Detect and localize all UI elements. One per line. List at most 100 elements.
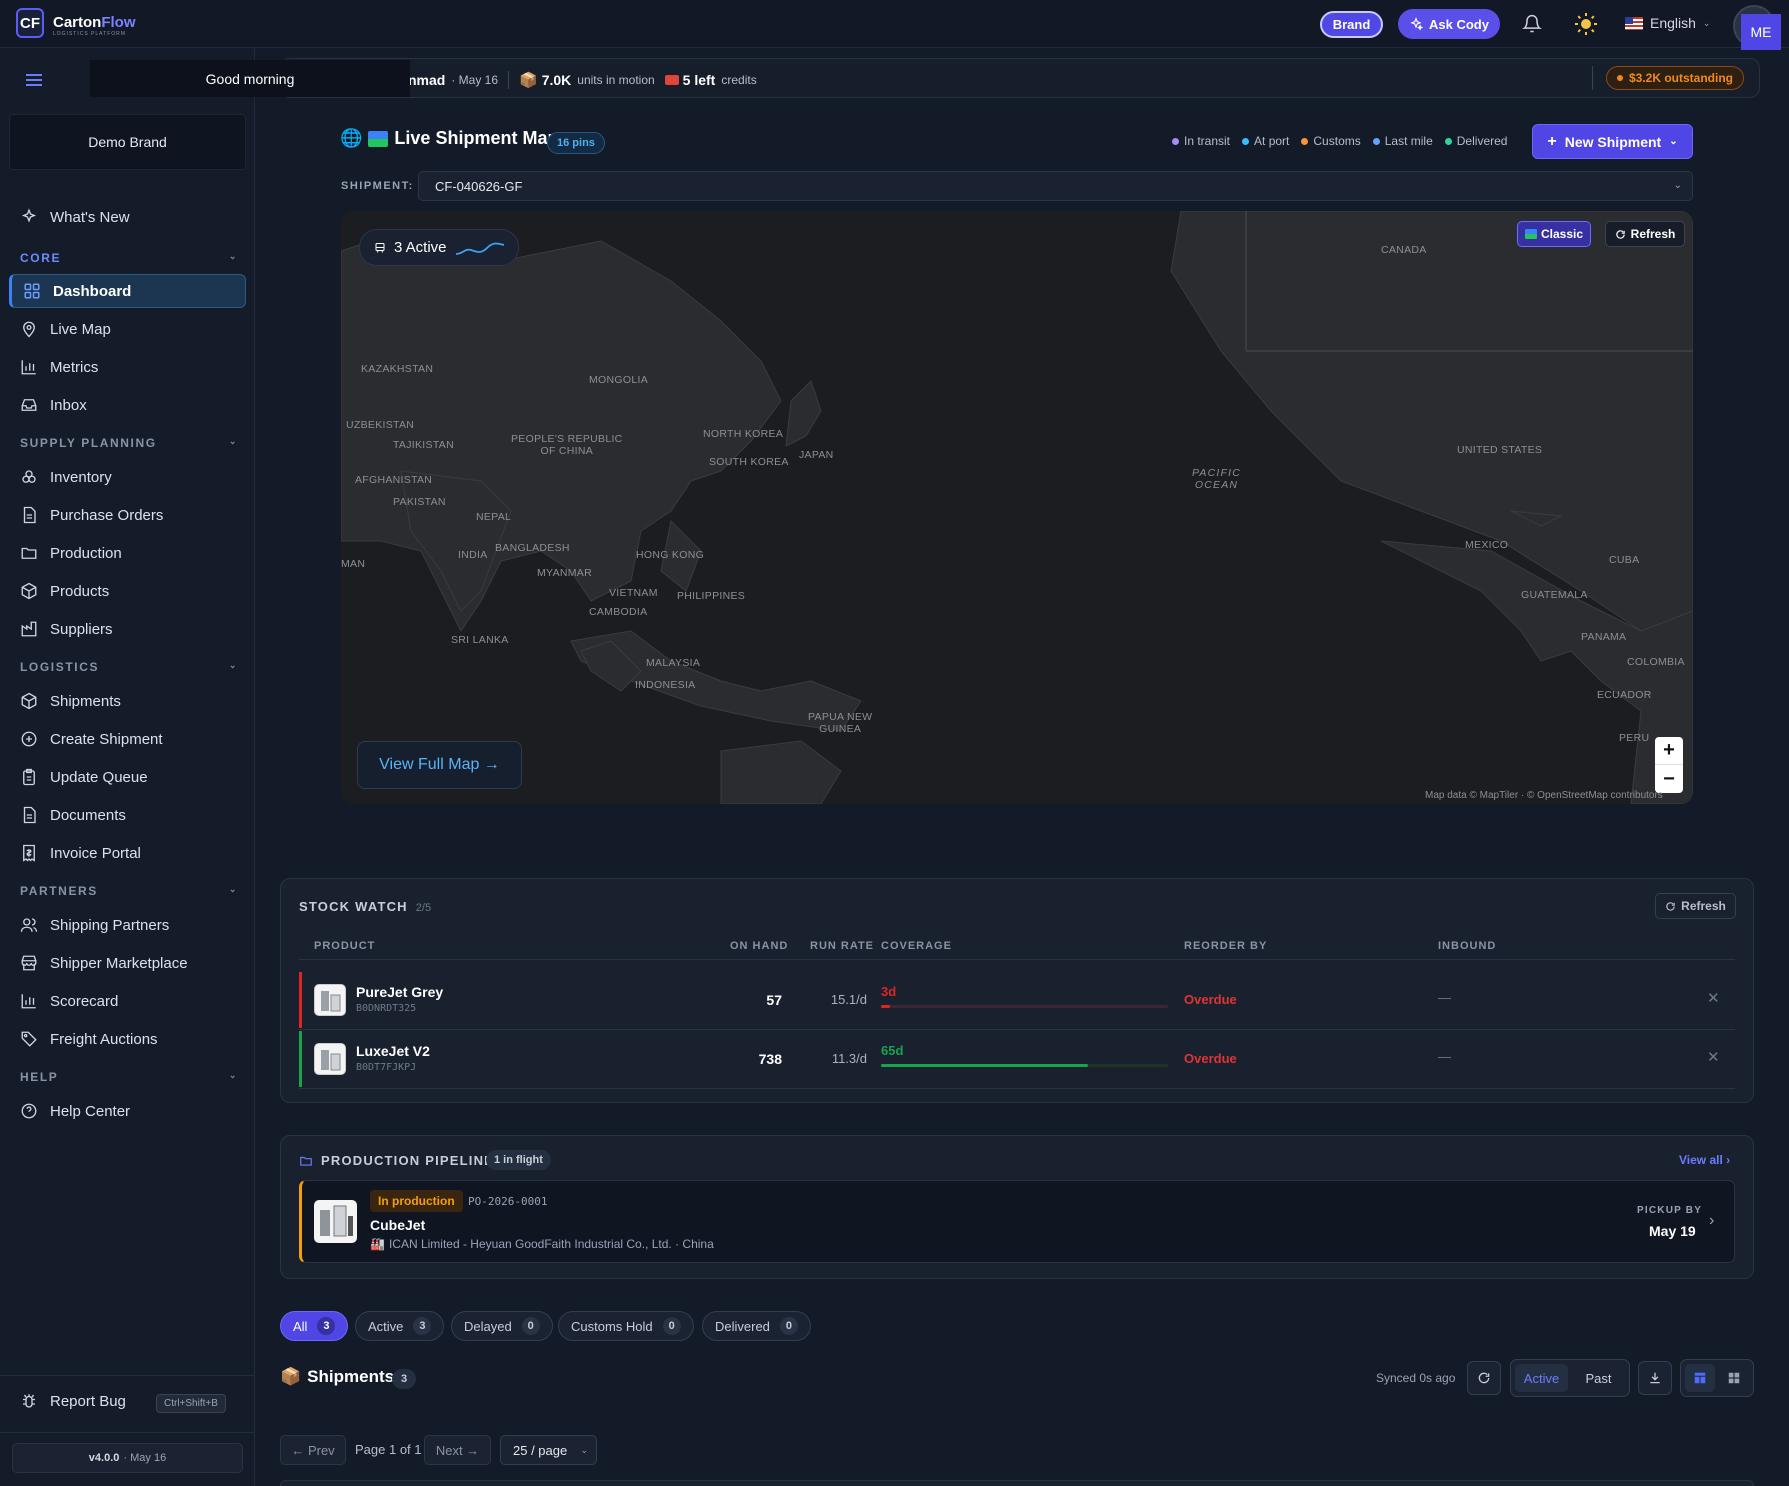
table-row[interactable]: PureJet Grey B0DNRDT325 57 15.1/d 3d Ove… xyxy=(299,972,1735,1028)
zoom-control: + − xyxy=(1655,737,1683,793)
sun-icon[interactable] xyxy=(1574,12,1598,36)
sidebar-item-shipper-marketplace[interactable]: Shipper Marketplace xyxy=(9,946,246,980)
avatar-initials[interactable]: ME xyxy=(1741,14,1781,50)
close-icon[interactable]: ✕ xyxy=(1707,1048,1720,1066)
map-attribution[interactable]: Map data © MapTiler · © OpenStreetMap co… xyxy=(1425,790,1663,801)
download-button[interactable] xyxy=(1638,1361,1672,1395)
map-label: SRI LANKA xyxy=(451,634,509,646)
sidebar-item-inbox[interactable]: Inbox xyxy=(9,388,246,422)
sidebar-item-documents[interactable]: Documents xyxy=(9,798,246,832)
logo-mark[interactable]: CF xyxy=(16,8,44,38)
column-header-product[interactable]: PRODUCT xyxy=(314,940,375,952)
brand-selector[interactable]: Demo Brand xyxy=(9,114,246,170)
ask-cody-button[interactable]: Ask Cody xyxy=(1398,9,1500,39)
folder-icon xyxy=(300,1156,312,1166)
table-row[interactable]: LuxeJet V2 B0DT7FJKPJ 738 11.3/d 65d Ove… xyxy=(299,1031,1735,1087)
product-name[interactable]: PureJet Grey xyxy=(356,984,443,1000)
sync-button[interactable] xyxy=(1467,1361,1501,1395)
bell-icon[interactable] xyxy=(1522,13,1542,35)
new-shipment-button[interactable]: + New Shipment ⌄ xyxy=(1532,124,1693,159)
view-all-link[interactable]: View all › xyxy=(1679,1153,1730,1167)
sidebar-item-invoice-portal[interactable]: Invoice Portal xyxy=(9,836,246,870)
sidebar-item-label: Help Center xyxy=(50,1102,131,1120)
map-label: PANAMA xyxy=(1581,631,1627,643)
grid-view-icon[interactable] xyxy=(1719,1364,1749,1392)
sidebar-item-whats-new[interactable]: What's New xyxy=(9,200,246,234)
product-name[interactable]: LuxeJet V2 xyxy=(356,1043,430,1059)
chevron-right-icon[interactable]: › xyxy=(1709,1212,1714,1230)
filter-chip-active[interactable]: Active 3 xyxy=(355,1311,445,1341)
view-mode-toggle xyxy=(1680,1359,1754,1397)
column-header-inbound[interactable]: INBOUND xyxy=(1438,940,1496,952)
sidebar-item-shipping-partners[interactable]: Shipping Partners xyxy=(9,908,246,942)
report-bug-button[interactable]: Report Bug xyxy=(20,1392,126,1410)
sidebar-item-dashboard[interactable]: Dashboard xyxy=(9,274,246,308)
sidebar-item-shipments[interactable]: Shipments xyxy=(9,684,246,718)
brand-button[interactable]: Brand xyxy=(1320,11,1383,38)
shipments-table xyxy=(280,1480,1754,1486)
sidebar-item-label: Documents xyxy=(50,806,126,824)
tab-active[interactable]: Active xyxy=(1515,1364,1568,1392)
pipeline-title-text: PRODUCTION PIPELINE xyxy=(321,1153,495,1168)
map-refresh-button[interactable]: Refresh xyxy=(1605,221,1685,247)
sidebar-item-live-map[interactable]: Live Map xyxy=(9,312,246,346)
coverage-bar-fill xyxy=(881,1064,1088,1067)
section-core[interactable]: CORE ⌄ xyxy=(20,251,238,265)
prev-page-button[interactable]: ← Prev xyxy=(280,1435,346,1465)
section-logistics[interactable]: LOGISTICS ⌄ xyxy=(20,660,238,674)
sync-status: Synced 0s ago xyxy=(1376,1371,1456,1385)
zoom-in-button[interactable]: + xyxy=(1655,737,1683,765)
next-page-button[interactable]: Next → xyxy=(424,1435,491,1465)
active-shipments-pill[interactable]: 3 Active xyxy=(359,229,519,266)
zoom-out-button[interactable]: − xyxy=(1655,765,1683,793)
language-selector[interactable]: English ⌄ xyxy=(1625,15,1710,31)
filter-chip-all[interactable]: All 3 xyxy=(280,1311,349,1341)
sidebar-item-freight-auctions[interactable]: Freight Auctions xyxy=(9,1022,246,1056)
refresh-label: Refresh xyxy=(1630,227,1676,241)
filter-chip-delayed[interactable]: Delayed 0 xyxy=(451,1311,553,1341)
outstanding-badge[interactable]: $3.2K outstanding xyxy=(1606,66,1745,90)
classic-view-button[interactable]: Classic xyxy=(1517,221,1591,247)
shipment-value: CF-040626-GF xyxy=(435,178,523,194)
package-icon: 📦 xyxy=(519,72,538,89)
column-header-run-rate[interactable]: RUN RATE xyxy=(810,940,874,952)
menu-icon[interactable] xyxy=(25,72,43,88)
sidebar-item-update-queue[interactable]: Update Queue xyxy=(9,760,246,794)
ticket-icon xyxy=(664,75,679,85)
map-label: ECUADOR xyxy=(1597,689,1652,701)
chip-label: Delayed xyxy=(464,1318,512,1334)
map-label: CUBA xyxy=(1609,554,1640,566)
sidebar-item-products[interactable]: Products xyxy=(9,574,246,608)
shipment-map[interactable]: CANADA KAZAKHSTAN MONGOLIA UZBEKISTAN TA… xyxy=(341,211,1693,804)
plus-circle-icon xyxy=(21,731,37,747)
view-full-map-button[interactable]: View Full Map → xyxy=(357,741,522,789)
sidebar-item-production[interactable]: Production xyxy=(9,536,246,570)
users-icon xyxy=(20,918,38,932)
section-supply-planning[interactable]: SUPPLY PLANNING ⌄ xyxy=(20,436,238,450)
sidebar-item-scorecard[interactable]: Scorecard xyxy=(9,984,246,1018)
table-view-icon[interactable] xyxy=(1685,1364,1715,1392)
sidebar-item-help-center[interactable]: Help Center xyxy=(9,1094,246,1128)
close-icon[interactable]: ✕ xyxy=(1707,989,1720,1007)
column-header-reorder-by[interactable]: REORDER BY xyxy=(1184,940,1267,952)
app-name[interactable]: CartonFlow xyxy=(53,14,136,31)
sidebar-item-purchase-orders[interactable]: Purchase Orders xyxy=(9,498,246,532)
divider xyxy=(299,1088,1735,1089)
sidebar-item-suppliers[interactable]: Suppliers xyxy=(9,612,246,646)
section-partners[interactable]: PARTNERS ⌄ xyxy=(20,884,238,898)
sidebar-item-metrics[interactable]: Metrics xyxy=(9,350,246,384)
filter-chip-customs-hold[interactable]: Customs Hold 0 xyxy=(558,1311,694,1341)
stock-refresh-button[interactable]: Refresh xyxy=(1655,893,1736,919)
sidebar-item-inventory[interactable]: Inventory xyxy=(9,460,246,494)
per-page-select[interactable]: 25 / page ⌄ xyxy=(500,1435,597,1465)
column-header-coverage[interactable]: COVERAGE xyxy=(881,940,952,952)
legend-item: Delivered xyxy=(1444,134,1507,148)
section-help[interactable]: HELP ⌄ xyxy=(20,1070,238,1084)
legend-dot xyxy=(1444,137,1452,145)
filter-chip-delivered[interactable]: Delivered 0 xyxy=(702,1311,811,1341)
shipment-select[interactable]: CF-040626-GF ⌄ xyxy=(418,171,1693,201)
map-label: MONGOLIA xyxy=(589,374,648,386)
column-header-on-hand[interactable]: ON HAND xyxy=(730,940,788,952)
tab-past[interactable]: Past xyxy=(1572,1364,1625,1392)
sidebar-item-create-shipment[interactable]: Create Shipment xyxy=(9,722,246,756)
